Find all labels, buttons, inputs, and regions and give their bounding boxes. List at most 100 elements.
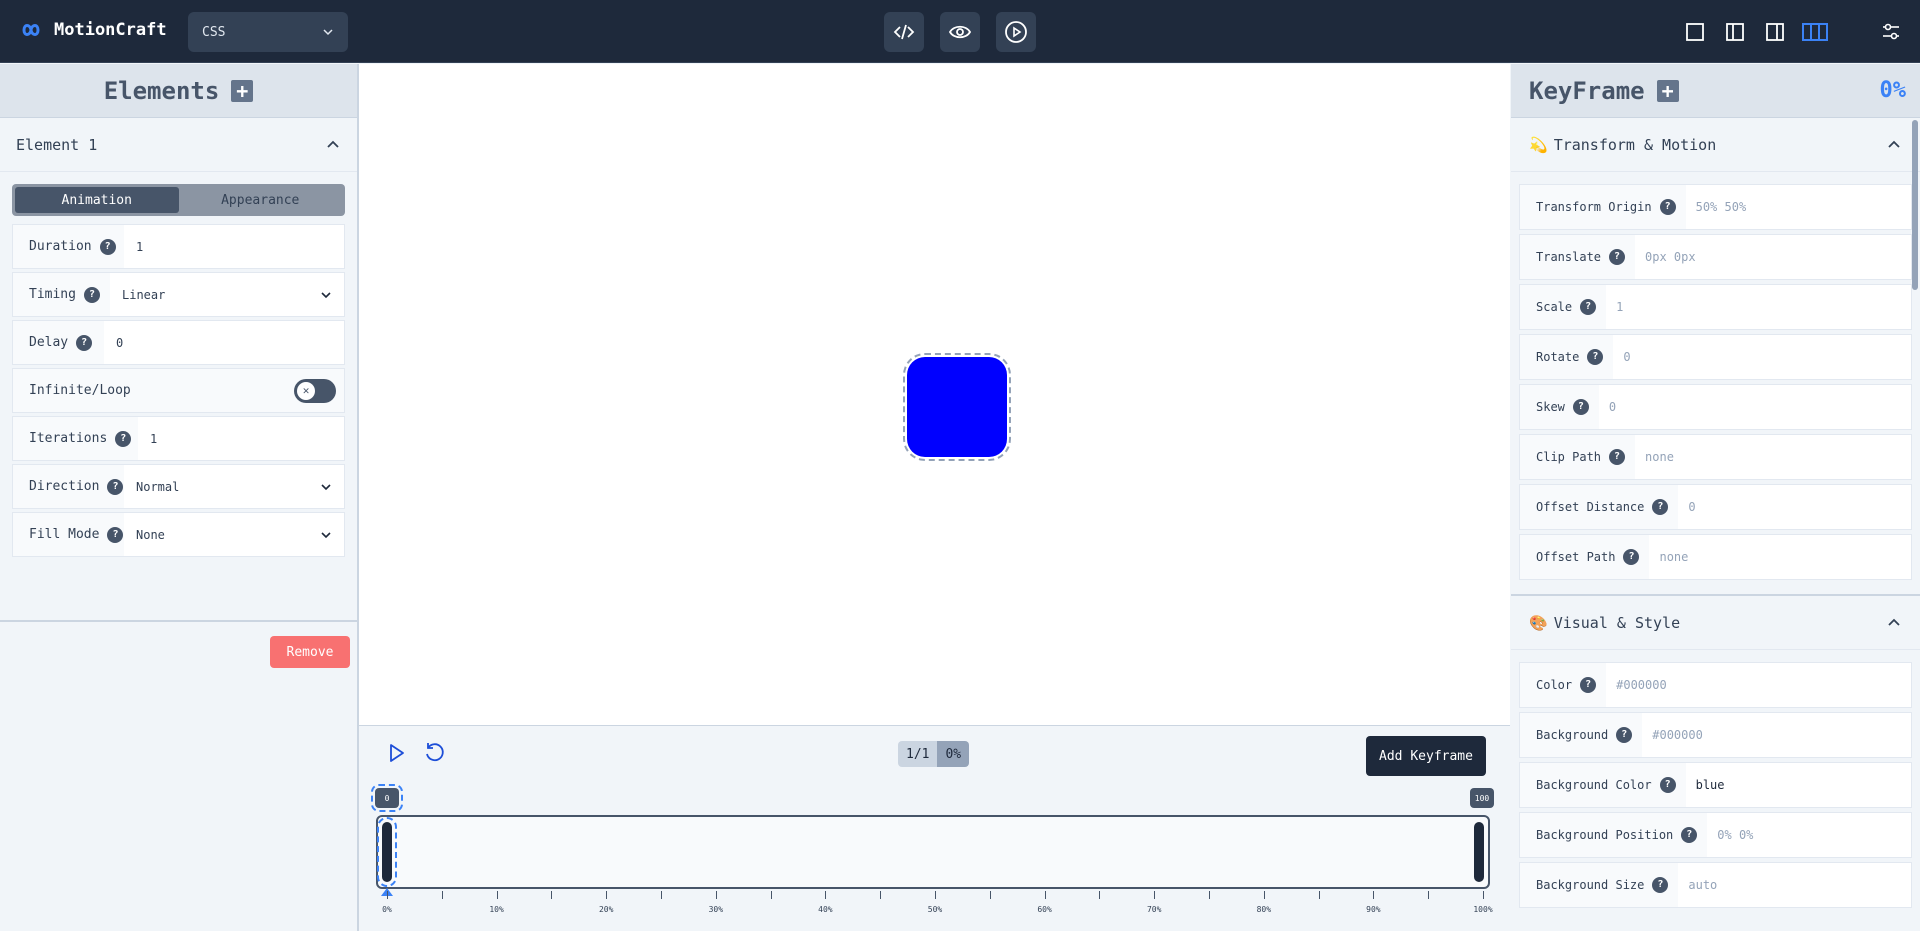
- play-icon[interactable]: [385, 742, 407, 764]
- chevron-up-icon[interactable]: [1886, 615, 1902, 631]
- language-select[interactable]: CSS: [188, 12, 348, 52]
- property-row: Offset Path? none: [1519, 534, 1912, 580]
- iterations-input[interactable]: 1: [138, 417, 344, 460]
- help-icon[interactable]: ?: [1681, 827, 1698, 843]
- timing-select[interactable]: Linear: [110, 273, 344, 316]
- ruler-label: 0%: [382, 905, 392, 914]
- chevron-down-icon: [321, 531, 331, 538]
- property-input[interactable]: none: [1649, 535, 1911, 579]
- play-preview-button[interactable]: [996, 12, 1036, 52]
- help-icon[interactable]: ?: [1580, 677, 1597, 693]
- property-input[interactable]: none: [1635, 435, 1911, 479]
- property-input[interactable]: 0: [1678, 485, 1911, 529]
- timeline-track[interactable]: [376, 815, 1490, 889]
- code-icon: [893, 24, 915, 40]
- chevron-up-icon[interactable]: [1886, 137, 1902, 153]
- timing-value: Linear: [122, 287, 166, 302]
- palette-icon: 🎨: [1529, 613, 1548, 632]
- duration-input[interactable]: 1: [124, 225, 344, 268]
- layout-right-button[interactable]: [1762, 19, 1788, 45]
- help-icon[interactable]: ?: [1623, 549, 1640, 565]
- tab-animation[interactable]: Animation: [15, 187, 179, 213]
- layout-three-column-button[interactable]: [1802, 19, 1828, 45]
- ruler-tick: [1263, 891, 1265, 899]
- transform-section: 💫 Transform & Motion Transform Origin? 50%…: [1511, 118, 1920, 596]
- delay-input[interactable]: 0: [104, 321, 344, 364]
- help-icon[interactable]: ?: [76, 334, 93, 351]
- keyframe-pin-end[interactable]: 100: [1470, 788, 1494, 808]
- help-icon[interactable]: ?: [1659, 199, 1676, 215]
- keyframe-handle-start[interactable]: [377, 817, 397, 887]
- layout-single-button[interactable]: [1682, 19, 1708, 45]
- help-icon[interactable]: ?: [107, 526, 124, 543]
- transform-section-header[interactable]: 💫 Transform & Motion: [1511, 118, 1920, 172]
- fill-mode-select[interactable]: None: [124, 513, 344, 556]
- property-input[interactable]: #000000: [1606, 663, 1911, 707]
- ruler-tick: [661, 891, 662, 899]
- ruler-tick: [441, 891, 443, 899]
- help-icon[interactable]: ?: [1609, 449, 1626, 465]
- add-keyframe-button[interactable]: Add Keyframe: [1366, 736, 1486, 776]
- tab-appearance[interactable]: Appearance: [179, 187, 343, 213]
- ruler-tick: [1099, 891, 1101, 899]
- help-icon[interactable]: ?: [1580, 299, 1597, 315]
- add-keyframe-property-button[interactable]: +: [1656, 79, 1679, 102]
- animated-element-box[interactable]: [907, 357, 1007, 457]
- fill-mode-label: Fill Mode: [29, 527, 100, 542]
- property-label: Color: [1536, 678, 1573, 692]
- code-view-button[interactable]: [884, 12, 924, 52]
- elements-panel: Elements + Element 1 Animation Appearanc…: [0, 64, 359, 931]
- keyframe-count: 1/1: [898, 741, 938, 767]
- help-icon[interactable]: ?: [1572, 399, 1589, 415]
- visual-section-header[interactable]: 🎨 Visual & Style: [1511, 596, 1920, 650]
- help-icon[interactable]: ?: [1652, 877, 1669, 893]
- chevron-up-icon[interactable]: [325, 137, 341, 153]
- element-selection-outline[interactable]: [903, 353, 1011, 461]
- language-value: CSS: [202, 24, 226, 40]
- help-icon[interactable]: ?: [1616, 727, 1633, 743]
- help-icon[interactable]: ?: [115, 430, 132, 447]
- property-input[interactable]: 0% 0%: [1707, 813, 1911, 857]
- ruler-tick: [989, 891, 991, 899]
- keyframe-handle-end[interactable]: [1474, 822, 1484, 882]
- settings-button[interactable]: [1878, 19, 1904, 45]
- ruler-tick: [880, 891, 882, 899]
- property-row: Background Position? 0% 0%: [1519, 812, 1912, 858]
- add-element-button[interactable]: +: [231, 79, 254, 102]
- property-input[interactable]: auto: [1678, 863, 1911, 907]
- help-icon[interactable]: ?: [107, 478, 124, 495]
- direction-select[interactable]: Normal: [124, 465, 344, 508]
- help-icon[interactable]: ?: [1652, 499, 1669, 515]
- remove-element-button[interactable]: Remove: [270, 636, 350, 668]
- element-header[interactable]: Element 1: [0, 118, 357, 172]
- keyframe-title: KeyFrame: [1529, 76, 1645, 105]
- property-row: Background Size? auto: [1519, 862, 1912, 908]
- layout-left-button[interactable]: [1722, 19, 1748, 45]
- property-input[interactable]: 1: [1606, 285, 1911, 329]
- app-logo: MotionCraft: [16, 20, 167, 40]
- help-icon[interactable]: ?: [83, 286, 100, 303]
- ruler-tick: [1154, 891, 1156, 899]
- help-icon[interactable]: ?: [99, 238, 116, 255]
- infinite-toggle[interactable]: ✕: [294, 378, 336, 403]
- property-input[interactable]: 0px 0px: [1635, 235, 1911, 279]
- property-input[interactable]: #000000: [1642, 713, 1911, 757]
- elements-title: Elements: [103, 76, 220, 105]
- panel-scrollbar[interactable]: [1912, 120, 1918, 290]
- help-icon[interactable]: ?: [1609, 249, 1626, 265]
- keyframe-pin-start[interactable]: 0: [371, 784, 403, 812]
- property-input[interactable]: blue: [1685, 763, 1911, 807]
- property-label: Background: [1536, 728, 1609, 742]
- reset-icon[interactable]: [423, 742, 447, 764]
- property-label: Background Position: [1536, 828, 1674, 842]
- layout-switcher: [1682, 19, 1828, 45]
- preview-button[interactable]: [940, 12, 980, 52]
- property-input[interactable]: 0: [1613, 335, 1911, 379]
- ruler-tick: [496, 891, 498, 899]
- help-icon[interactable]: ?: [1587, 349, 1604, 365]
- ruler-tick: [606, 891, 608, 899]
- property-input[interactable]: 0: [1598, 385, 1911, 429]
- property-input[interactable]: 50% 50%: [1685, 185, 1911, 229]
- infinite-label: Infinite/Loop: [29, 383, 131, 398]
- help-icon[interactable]: ?: [1659, 777, 1676, 793]
